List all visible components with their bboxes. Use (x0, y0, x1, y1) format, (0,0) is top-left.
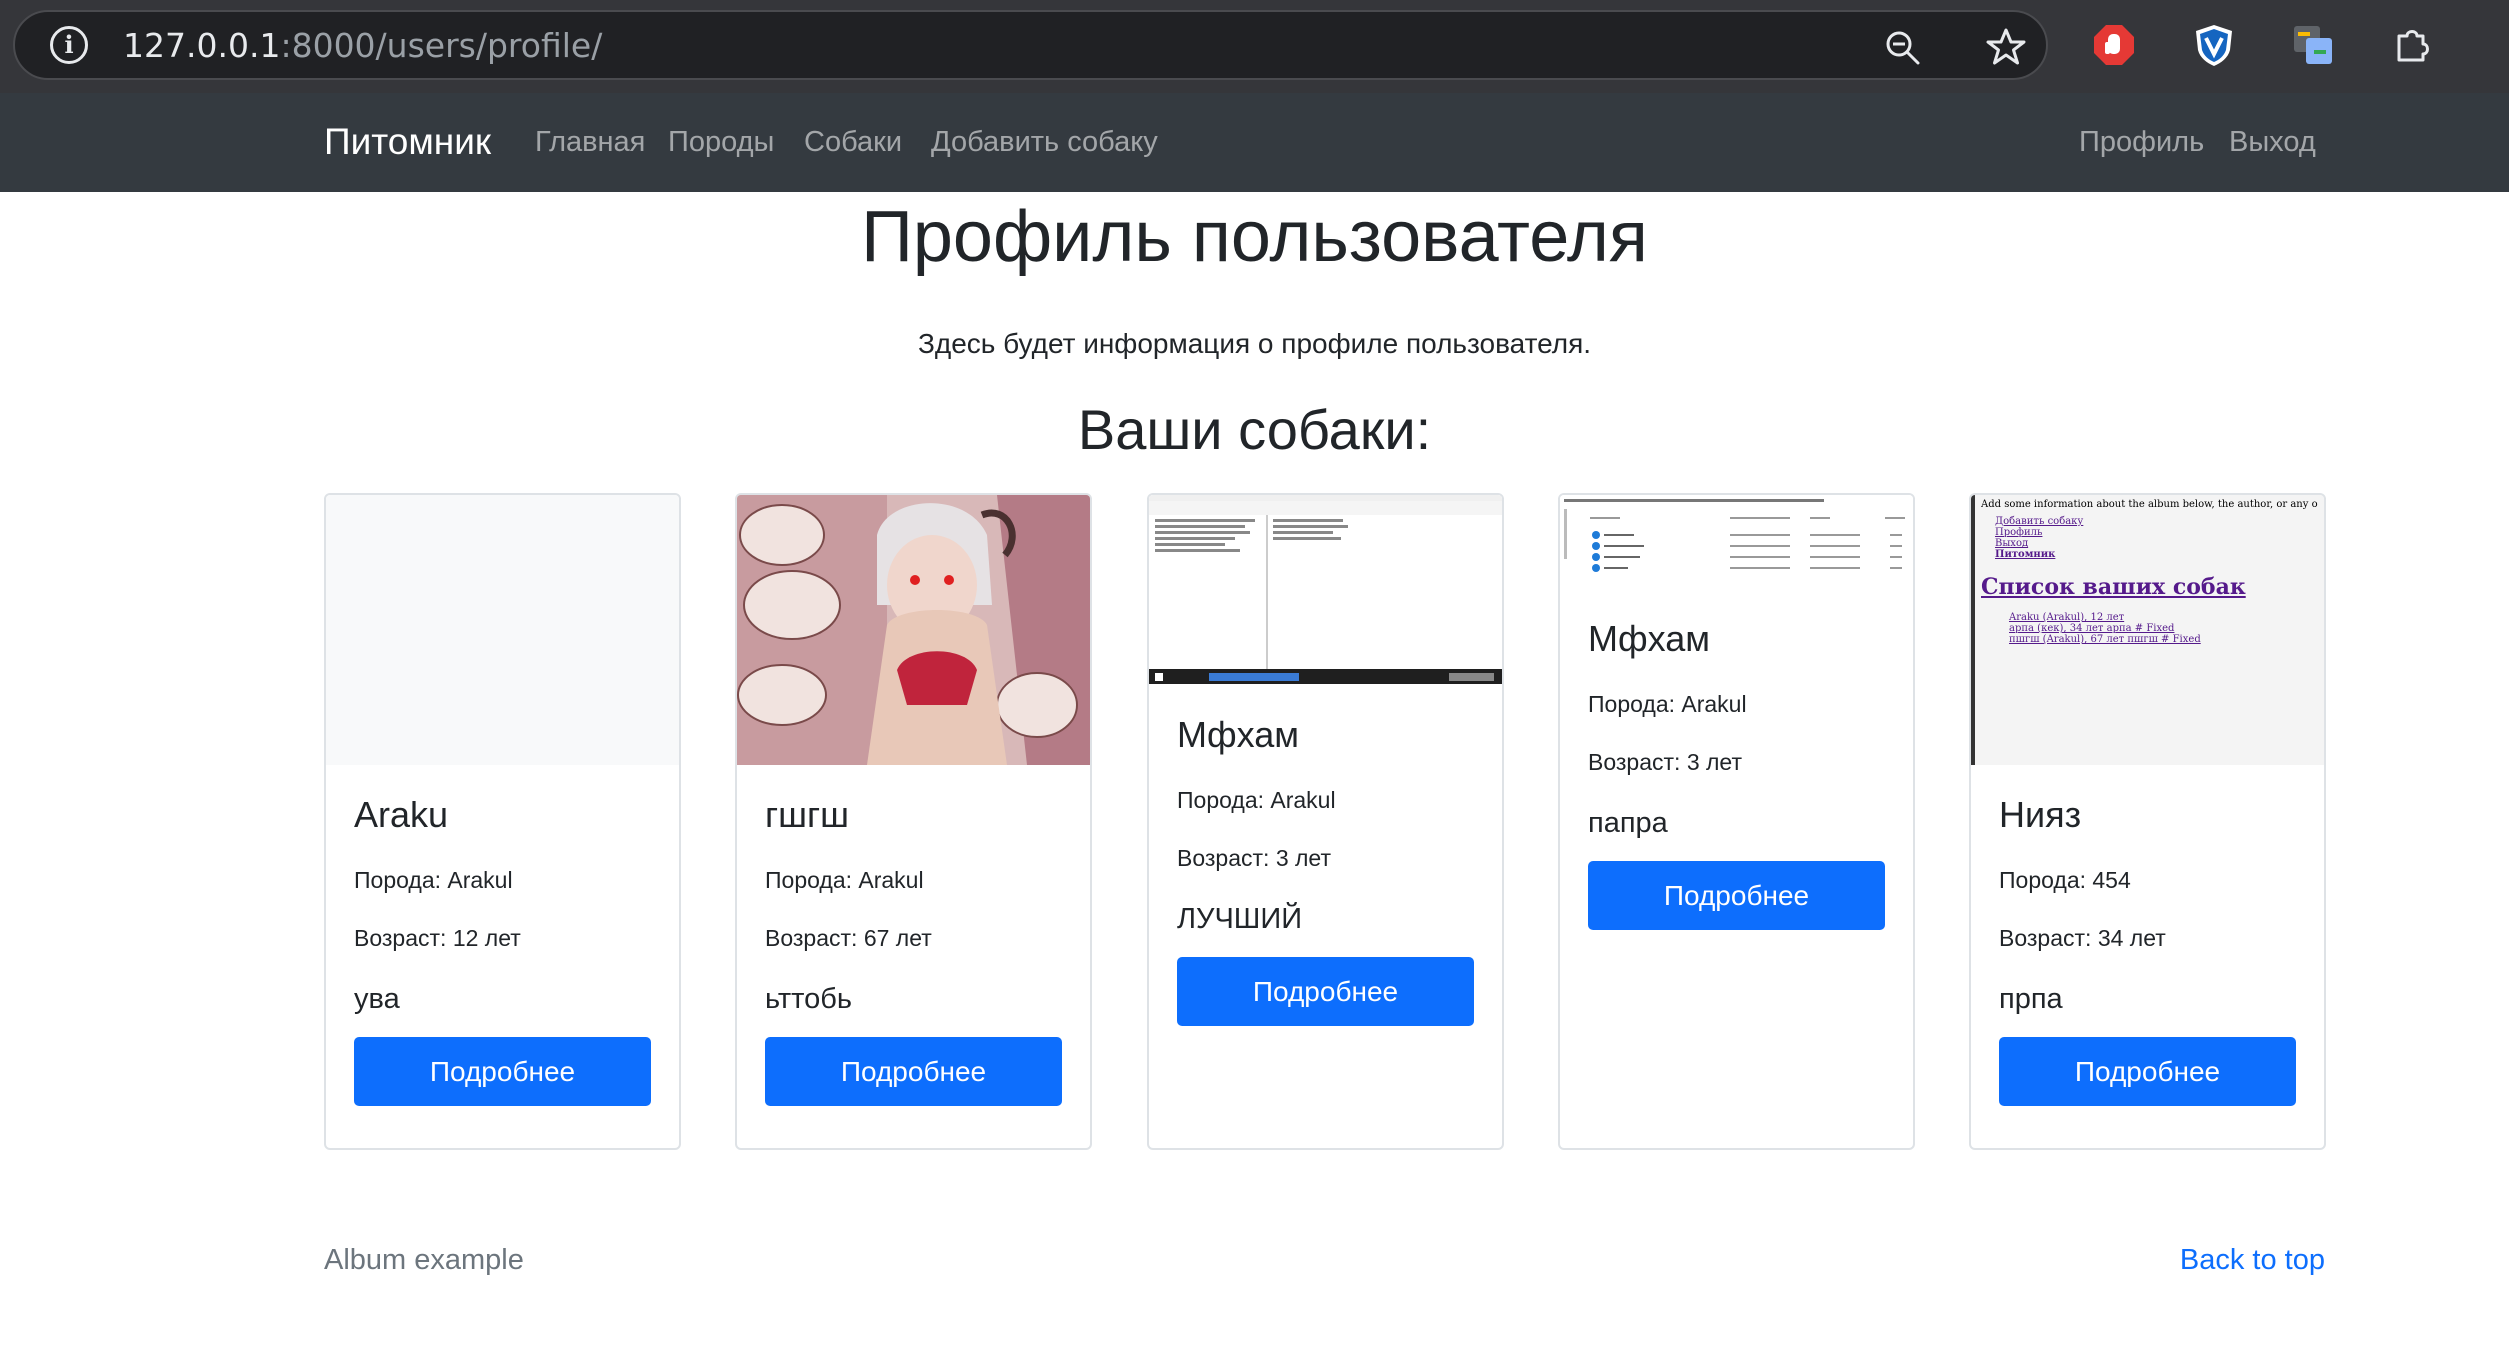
bookmark-star-icon[interactable] (1985, 26, 2027, 68)
thumb-item: Araku (Arakul), 12 лет (2009, 612, 2125, 623)
details-button[interactable]: Подробнее (1177, 957, 1474, 1026)
browser-toolbar: i 127.0.0.1:8000/users/profile/ (0, 0, 2509, 93)
dog-card: гшгш Порода: Arakul Возраст: 67 лет ьтто… (735, 493, 1092, 1150)
thumb-item: арпа (кек), 34 лет арпа # Fixed (2009, 623, 2175, 634)
dog-name: Araku (354, 794, 449, 835)
thumb-link: Выход (1995, 538, 2029, 549)
dog-card-image (326, 495, 679, 765)
dog-name: Нияз (1999, 794, 2082, 835)
nav-link-logout[interactable]: Выход (2229, 126, 2316, 159)
dog-description: ува (354, 983, 400, 1015)
dog-breed: Порода: Arakul (354, 867, 513, 893)
dog-age: Возраст: 3 лет (1177, 845, 1331, 871)
page-title: Профиль пользователя (861, 197, 1648, 277)
site-navbar: Питомник Главная Породы Собаки Добавить … (0, 93, 2509, 192)
dog-description: ЛУЧШИЙ (1177, 903, 1303, 935)
dog-breed: Порода: 454 (1999, 867, 2131, 893)
dog-card: Мфхам Порода: Arakul Возраст: 3 лет ЛУЧШ… (1147, 493, 1504, 1150)
dog-breed: Порода: Arakul (1177, 787, 1336, 813)
dog-age: Возраст: 34 лет (1999, 925, 2166, 951)
nav-link-add-dog[interactable]: Добавить собаку (931, 126, 1158, 159)
dog-description: ьттобь (765, 983, 852, 1015)
dog-card-image: Add some information about the album bel… (1971, 495, 2324, 765)
nav-link-breeds[interactable]: Породы (668, 126, 774, 159)
url-text[interactable]: 127.0.0.1:8000/users/profile/ (123, 26, 602, 66)
back-to-top-link[interactable]: Back to top (2180, 1244, 2325, 1277)
details-button[interactable]: Подробнее (1588, 861, 1885, 930)
dog-card: Add some information about the album bel… (1969, 493, 2326, 1150)
extensions-puzzle-icon[interactable] (2389, 22, 2435, 68)
dog-age: Возраст: 12 лет (354, 925, 521, 951)
thumb-brand: Питомник (1995, 549, 2056, 560)
nav-link-home[interactable]: Главная (535, 126, 645, 159)
adblock-extension-icon[interactable] (2091, 22, 2137, 68)
site-info-icon[interactable]: i (50, 26, 88, 64)
thumb-intro-text: Add some information about the album bel… (1981, 499, 2318, 510)
dog-card: Araku Порода: Arakul Возраст: 12 лет ува… (324, 493, 681, 1150)
file-explorer-screenshot-image (1560, 495, 1913, 589)
dog-card-image (737, 495, 1090, 765)
url-path: :8000/users/profile/ (280, 26, 603, 65)
dog-name: Мфхам (1177, 714, 1299, 755)
thumb-item: пшгш (Arakul), 67 лет пшгш # Fixed (2009, 634, 2201, 645)
dog-breed: Порода: Arakul (765, 867, 924, 893)
vpn-shield-extension-icon[interactable] (2191, 22, 2237, 68)
url-host: 127.0.0.1 (123, 26, 281, 65)
details-button[interactable]: Подробнее (765, 1037, 1062, 1106)
desktop-screenshot-image (1149, 495, 1502, 684)
dog-card-image (1149, 495, 1502, 684)
dog-breed: Порода: Arakul (1588, 691, 1747, 717)
thumb-heading: Список ваших собак (1981, 574, 2246, 600)
dog-card: Мфхам Порода: Arakul Возраст: 3 лет папр… (1558, 493, 1915, 1150)
dog-name: Мфхам (1588, 618, 1710, 659)
navbar-brand[interactable]: Питомник (324, 121, 491, 163)
footer-album-text: Album example (324, 1244, 524, 1276)
details-button[interactable]: Подробнее (354, 1037, 651, 1106)
details-button[interactable]: Подробнее (1999, 1037, 2296, 1106)
dog-description: папра (1588, 807, 1668, 839)
section-title: Ваши собаки: (1077, 398, 1432, 461)
address-bar[interactable]: i 127.0.0.1:8000/users/profile/ (13, 10, 2048, 80)
zoom-out-icon[interactable] (1883, 28, 1923, 68)
dog-age: Возраст: 3 лет (1588, 749, 1742, 775)
thumb-link: Профиль (1995, 527, 2043, 538)
translate-extension-icon[interactable] (2290, 22, 2336, 68)
thumb-link: Добавить собаку (1995, 516, 2084, 527)
dog-description: прпа (1999, 983, 2063, 1015)
page-lead-text: Здесь будет информация о профиле пользов… (917, 328, 1592, 359)
dog-age: Возраст: 67 лет (765, 925, 932, 951)
anime-illustration-image (737, 495, 1090, 765)
nav-link-profile[interactable]: Профиль (2079, 126, 2204, 159)
nav-link-dogs[interactable]: Собаки (804, 126, 902, 159)
dog-card-image (1560, 495, 1913, 589)
dog-name: гшгш (765, 794, 850, 835)
